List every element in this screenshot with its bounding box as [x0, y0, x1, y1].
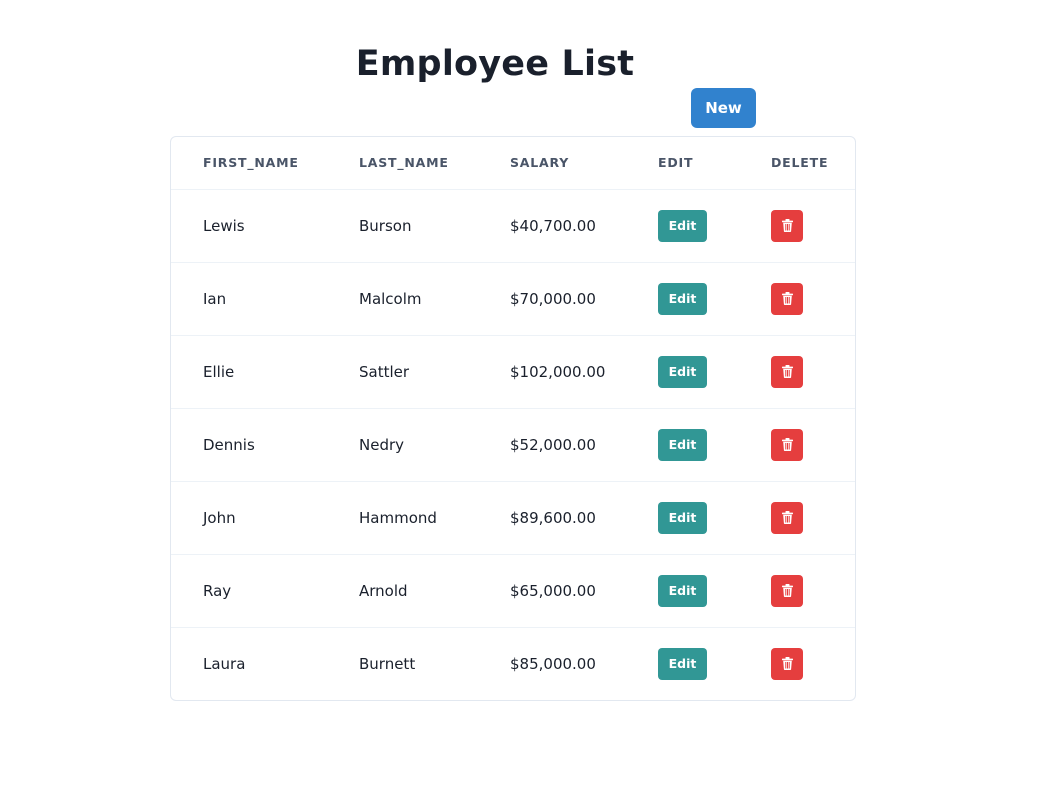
delete-button[interactable]	[771, 428, 803, 461]
edit-cell: Edit	[626, 481, 739, 555]
delete-cell	[739, 481, 855, 555]
edit-button[interactable]: Edit	[658, 282, 707, 315]
column-header-first-name: FIRST_NAME	[171, 137, 327, 190]
table-row: Ellie Sattler $102,000.00 Edit	[171, 335, 855, 409]
edit-cell: Edit	[626, 408, 739, 482]
salary-cell: $85,000.00	[510, 654, 596, 673]
edit-cell: Edit	[626, 262, 739, 336]
delete-button[interactable]	[771, 574, 803, 607]
delete-button[interactable]	[771, 209, 803, 242]
trash-icon	[781, 292, 793, 305]
salary-cell: $89,600.00	[478, 481, 626, 555]
table-row: John Hammond $89,600.00 Edit	[171, 481, 855, 555]
last-name-cell: Malcolm	[327, 262, 478, 336]
delete-button[interactable]	[771, 647, 803, 680]
edit-button[interactable]: Edit	[658, 209, 707, 242]
edit-cell: Edit	[626, 627, 739, 700]
trash-icon	[781, 584, 793, 597]
delete-cell	[739, 408, 855, 482]
edit-button[interactable]: Edit	[658, 355, 707, 388]
last-name-cell: Nedry	[327, 408, 478, 482]
delete-button[interactable]	[771, 282, 803, 315]
table-row: Laura Burnett $85,000.00 Edit	[171, 627, 855, 700]
employee-table-container: FIRST_NAME LAST_NAME SALARY EDIT DELETE …	[170, 136, 856, 701]
delete-button[interactable]	[771, 501, 803, 534]
employee-table: FIRST_NAME LAST_NAME SALARY EDIT DELETE …	[171, 137, 855, 700]
table-header-row: FIRST_NAME LAST_NAME SALARY EDIT DELETE	[171, 137, 855, 190]
trash-icon	[781, 365, 793, 378]
delete-cell	[739, 262, 855, 336]
table-row: Ray Arnold $65,000.00 Edit	[171, 554, 855, 628]
table-row: Dennis Nedry $52,000.00 Edit	[171, 408, 855, 482]
trash-icon	[781, 219, 793, 232]
delete-button[interactable]	[771, 355, 803, 388]
page: Employee List New FIRST_NAME LAST_NAME S…	[0, 0, 1047, 789]
salary-cell: $40,700.00	[478, 189, 626, 263]
first-name-cell: Ellie	[171, 335, 327, 409]
table-row: Ian Malcolm $70,000.00 Edit	[171, 262, 855, 336]
edit-button[interactable]: Edit	[658, 501, 707, 534]
delete-cell	[739, 627, 855, 700]
last-name-cell: Burnett	[359, 654, 416, 673]
column-header-edit: EDIT	[626, 137, 739, 190]
edit-cell: Edit	[626, 554, 739, 628]
first-name-cell: Lewis	[171, 189, 327, 263]
edit-cell: Edit	[626, 189, 739, 263]
trash-icon	[781, 657, 793, 671]
salary-cell: $70,000.00	[478, 262, 626, 336]
delete-cell	[739, 335, 855, 409]
first-name-cell: John	[171, 481, 327, 555]
column-header-salary: SALARY	[478, 137, 626, 190]
column-header-delete: DELETE	[739, 137, 855, 190]
new-employee-button[interactable]: New	[691, 88, 756, 128]
salary-cell: $102,000.00	[478, 335, 626, 409]
salary-cell: $52,000.00	[478, 408, 626, 482]
delete-cell	[739, 554, 855, 628]
last-name-cell: Sattler	[327, 335, 478, 409]
first-name-cell: Laura	[203, 654, 246, 673]
last-name-cell: Arnold	[327, 554, 478, 628]
trash-icon	[781, 438, 793, 451]
page-title: Employee List	[355, 44, 635, 84]
edit-button[interactable]: Edit	[658, 647, 707, 680]
edit-cell: Edit	[626, 335, 739, 409]
first-name-cell: Dennis	[171, 408, 327, 482]
table-row: Lewis Burson $40,700.00 Edit	[171, 189, 855, 263]
edit-button[interactable]: Edit	[658, 428, 707, 461]
first-name-cell: Ian	[171, 262, 327, 336]
column-header-last-name: LAST_NAME	[327, 137, 478, 190]
delete-cell	[739, 189, 855, 263]
table-body: Lewis Burson $40,700.00 Edit Ian Malcolm…	[171, 189, 855, 700]
salary-cell: $65,000.00	[478, 554, 626, 628]
first-name-cell: Ray	[171, 554, 327, 628]
last-name-cell: Burson	[327, 189, 478, 263]
last-name-cell: Hammond	[327, 481, 478, 555]
trash-icon	[781, 511, 793, 524]
edit-button[interactable]: Edit	[658, 574, 707, 607]
